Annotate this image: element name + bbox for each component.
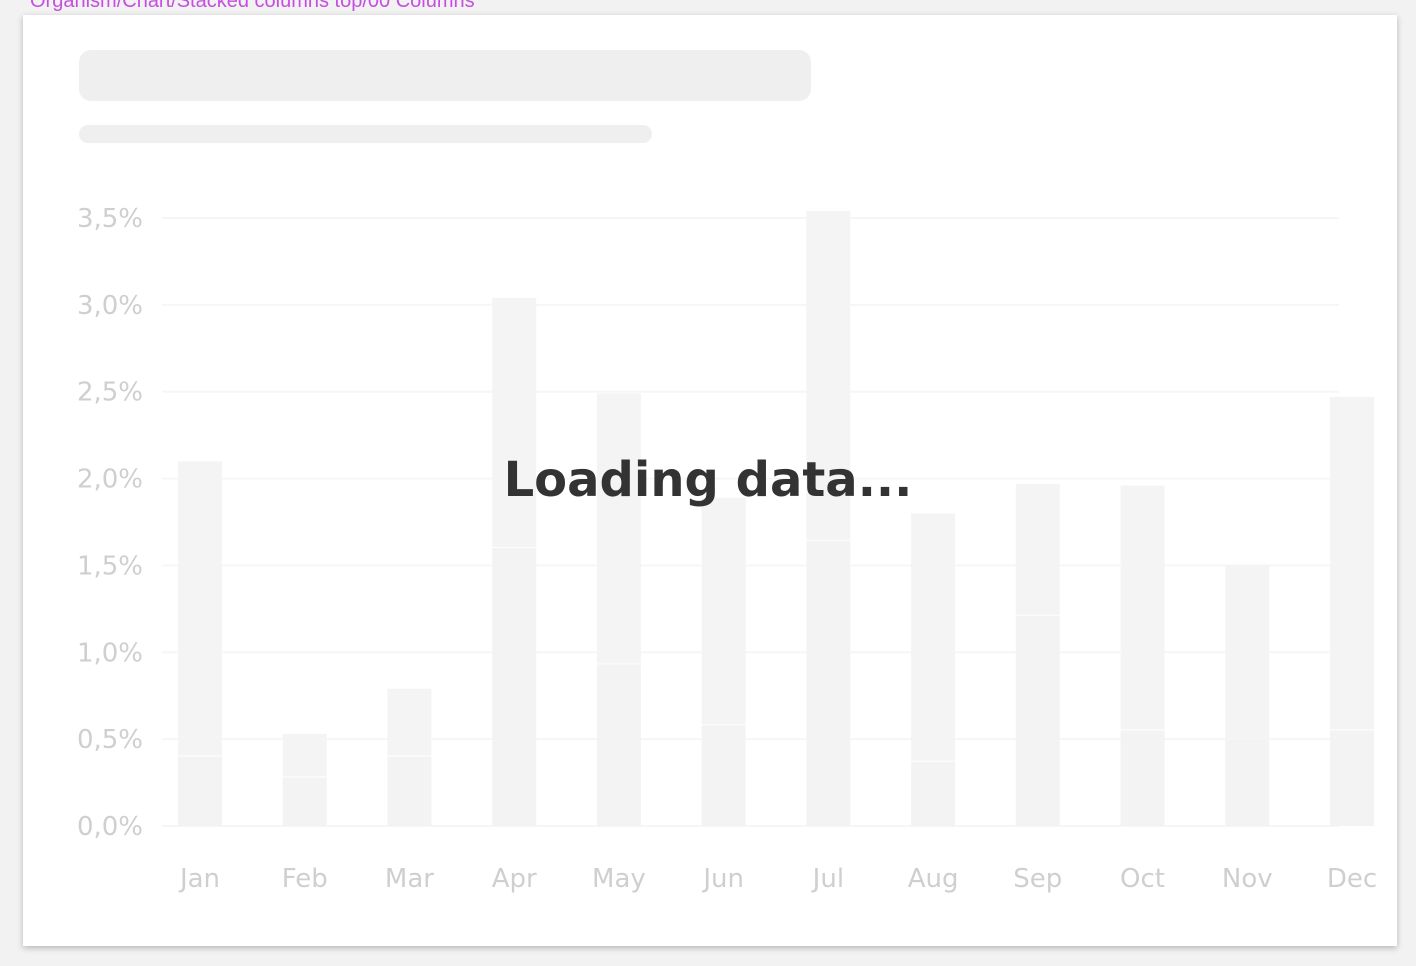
bar-segment-jan-1: [178, 756, 222, 826]
y-axis-ticks: 0,0%0,5%1,0%1,5%2,0%2,5%3,0%3,5%: [77, 204, 143, 842]
bar-segment-jun-1: [701, 725, 746, 826]
bar-segment-oct-1: [1120, 730, 1165, 826]
bar-segment-jun-2: [701, 497, 746, 725]
bar-segment-nov-1: [1225, 739, 1270, 826]
bar-segment-sep-1: [1015, 615, 1060, 826]
x-tick-label: Sep: [1013, 864, 1062, 894]
bar-segment-may-1: [596, 664, 641, 826]
x-tick-label: Jul: [811, 864, 844, 894]
y-tick-label: 0,5%: [77, 725, 143, 755]
bar-segment-feb-2: [282, 733, 327, 777]
y-tick-label: 0,0%: [77, 812, 143, 842]
loading-message: Loading data...: [503, 452, 913, 508]
x-tick-label: Dec: [1327, 864, 1377, 894]
x-tick-label: Mar: [385, 864, 434, 894]
bar-segment-nov-2: [1225, 565, 1270, 739]
bar-segment-jul-1: [806, 541, 851, 826]
y-tick-label: 1,0%: [77, 638, 143, 668]
x-tick-label: Nov: [1222, 864, 1273, 894]
bar-segment-feb-1: [282, 777, 327, 826]
x-tick-label: Jan: [178, 864, 220, 894]
bar-segment-aug-1: [911, 761, 956, 826]
bar-segment-apr-1: [492, 548, 537, 826]
y-tick-label: 3,0%: [77, 291, 143, 321]
x-tick-label: Apr: [492, 864, 537, 894]
bar-segment-may-2: [596, 393, 641, 664]
x-tick-label: May: [592, 864, 646, 894]
bar-segment-dec-1: [1330, 730, 1374, 826]
x-tick-label: Aug: [908, 864, 959, 894]
x-tick-label: Oct: [1120, 864, 1165, 894]
bar-segment-aug-2: [911, 513, 956, 761]
y-tick-label: 2,5%: [77, 378, 143, 408]
bars: [178, 211, 1374, 826]
bar-segment-oct-2: [1120, 485, 1165, 730]
bar-segment-apr-2: [492, 297, 537, 548]
y-tick-label: 1,5%: [77, 551, 143, 581]
bar-segment-mar-1: [387, 756, 432, 826]
bar-segment-mar-2: [387, 688, 432, 756]
y-tick-label: 3,5%: [77, 204, 143, 234]
x-axis-ticks: Jan Feb Mar Apr May Jun Jul Aug Sep Oct Nov Dec: [178, 864, 1377, 894]
x-tick-label: Feb: [282, 864, 328, 894]
bar-segment-dec-2: [1330, 396, 1374, 730]
x-tick-label: Jun: [701, 864, 744, 894]
